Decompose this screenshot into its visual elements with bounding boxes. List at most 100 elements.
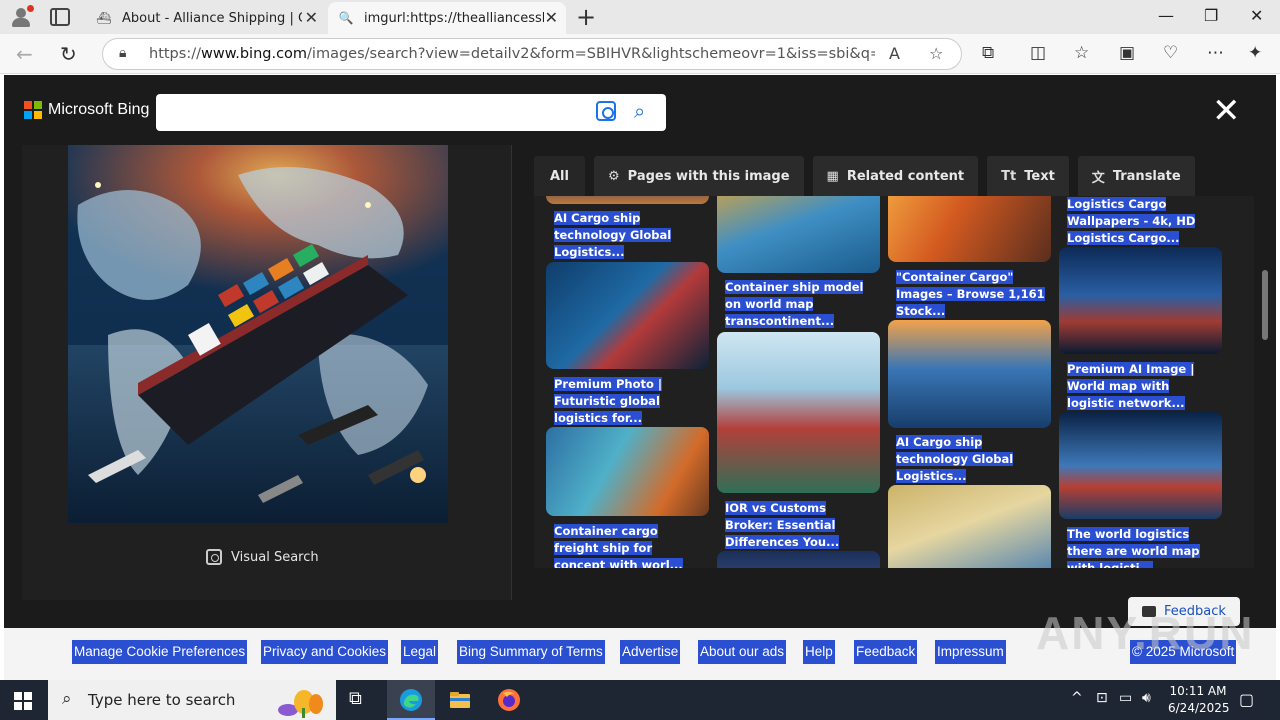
visual-search-icon — [206, 549, 222, 565]
notifications-icon[interactable]: ▢ — [1239, 690, 1254, 709]
footer-link-feedback[interactable]: Feedback — [854, 640, 918, 664]
visual-search-button[interactable]: Visual Search — [206, 549, 319, 565]
search-favicon-icon: 🔍 — [338, 11, 354, 25]
result-caption[interactable]: AI Cargo ship technology Global Logistic… — [554, 210, 704, 261]
bing-detail-overlay: Microsoft Bing ⌕ ✕ Visual Search All ⚙ P… — [4, 75, 1276, 680]
close-overlay-icon[interactable]: ✕ — [1212, 91, 1241, 131]
restore-icon[interactable]: ❐ — [1204, 6, 1218, 25]
firefox-icon[interactable] — [497, 688, 521, 712]
search-icon: ⌕ — [62, 689, 72, 709]
bing-search-box[interactable]: ⌕ — [156, 94, 666, 131]
microsoft-logo-icon — [24, 101, 42, 119]
result-caption[interactable]: "Container Cargo" Images – Browse 1,161 … — [896, 269, 1046, 320]
reload-icon[interactable]: ↻ — [60, 42, 77, 66]
windows-start-icon[interactable] — [14, 692, 32, 710]
footer-link-advertise[interactable]: Advertise — [620, 640, 681, 664]
footer-link-summary-of-terms[interactable]: Bing Summary of Terms — [457, 640, 605, 664]
close-tab-icon[interactable]: ✕ — [305, 8, 318, 27]
browser-tab-strip: ⛴ About - Alliance Shipping | Cargo ✕ 🔍 … — [0, 0, 1280, 34]
extensions-icon[interactable]: ⧉ — [982, 43, 994, 63]
browser-essentials-icon[interactable]: ♡ — [1163, 43, 1178, 63]
tab-related-content[interactable]: ▦ Related content — [812, 156, 979, 196]
url-text[interactable]: https://www.bing.com/images/search?view=… — [149, 46, 875, 62]
browser-tab-bing[interactable]: 🔍 imgurl:https://thealliancesshipping ✕ — [328, 2, 566, 34]
result-caption[interactable]: Container cargo freight ship for concept… — [554, 523, 704, 568]
split-screen-icon[interactable]: ◫ — [1030, 43, 1046, 63]
anyrun-watermark: ANY.RUN — [1036, 607, 1255, 659]
result-thumbnail[interactable] — [888, 320, 1051, 428]
file-explorer-icon[interactable] — [448, 688, 472, 712]
footer-link-about-ads[interactable]: About our ads — [698, 640, 787, 664]
read-aloud-icon[interactable]: A — [889, 44, 900, 63]
minimize-icon[interactable]: — — [1158, 6, 1174, 25]
visual-search-label: Visual Search — [231, 549, 319, 565]
result-caption[interactable]: Logistics Cargo Wallpapers - 4k, HD Logi… — [1067, 196, 1217, 247]
close-tab-icon[interactable]: ✕ — [545, 8, 558, 27]
result-caption[interactable]: AI Cargo ship technology Global Logistic… — [896, 434, 1046, 485]
result-caption[interactable]: Premium Photo | Futuristic global logist… — [554, 376, 704, 427]
network-icon[interactable]: ▭ — [1119, 690, 1132, 706]
taskbar-search-box[interactable]: ⌕ Type here to search — [48, 680, 336, 720]
edge-browser-icon[interactable] — [399, 688, 423, 712]
taskbar-search-placeholder: Type here to search — [88, 691, 236, 709]
favorites-icon[interactable]: ☆ — [1074, 43, 1089, 63]
window-close-icon[interactable]: ✕ — [1250, 6, 1263, 25]
result-thumbnail[interactable] — [1059, 247, 1222, 354]
tab-pages-with-image[interactable]: ⚙ Pages with this image — [593, 156, 804, 196]
tab-title: About - Alliance Shipping | Cargo — [122, 10, 302, 26]
result-thumbnail[interactable] — [888, 196, 1051, 262]
site-info-icon[interactable]: 🔒︎ — [119, 45, 126, 61]
show-hidden-icons-icon[interactable]: ^ — [1071, 690, 1083, 706]
result-thumbnail[interactable] — [546, 196, 709, 204]
main-image[interactable] — [68, 145, 448, 523]
volume-icon[interactable]: 🔊︎ — [1142, 690, 1151, 706]
translate-icon: 文 — [1091, 170, 1105, 186]
collections-icon[interactable]: ▣ — [1119, 43, 1135, 63]
result-caption[interactable]: Container ship model on world map transc… — [725, 279, 875, 330]
more-options-icon[interactable]: ⋯ — [1207, 43, 1224, 63]
results-grid: AI Cargo ship technology Global Logistic… — [534, 196, 1254, 568]
result-thumbnail[interactable] — [888, 485, 1051, 568]
results-scrollbar[interactable] — [1262, 270, 1268, 340]
new-tab-icon[interactable]: + — [576, 3, 596, 31]
pages-icon: ⚙ — [607, 168, 620, 184]
taskbar-clock[interactable]: 10:11 AM 6/24/2025 — [1168, 683, 1230, 717]
result-thumbnail[interactable] — [546, 262, 709, 369]
network-device-icon[interactable]: ⊡ — [1096, 690, 1108, 706]
task-view-icon[interactable]: ⧉ — [349, 688, 373, 712]
result-thumbnail[interactable] — [717, 196, 880, 273]
bing-logo[interactable]: Microsoft Bing — [24, 101, 149, 119]
copilot-icon[interactable]: ✦ — [1248, 43, 1262, 63]
main-image-panel: Visual Search — [22, 145, 512, 600]
footer-link-legal[interactable]: Legal — [401, 640, 439, 664]
result-tabs: All ⚙ Pages with this image ▦ Related cont… — [534, 156, 1204, 196]
footer-link-cookie-preferences[interactable]: Manage Cookie Preferences — [72, 640, 248, 664]
tab-actions-icon[interactable] — [50, 8, 70, 26]
tab-all[interactable]: All — [534, 156, 585, 196]
text-icon: Tt — [1001, 168, 1017, 184]
back-icon[interactable]: ← — [16, 42, 33, 66]
result-thumbnail[interactable] — [1059, 412, 1222, 519]
tab-translate[interactable]: 文 Translate — [1077, 156, 1195, 196]
address-bar-row: ← ↻ 🔒︎ https://www.bing.com/images/searc… — [0, 34, 1280, 74]
footer-link-impressum[interactable]: Impressum — [935, 640, 1006, 664]
bing-search-input[interactable] — [166, 100, 566, 124]
bing-brand-label: Microsoft Bing — [48, 101, 150, 118]
result-thumbnail[interactable] — [717, 332, 880, 493]
result-thumbnail[interactable] — [717, 551, 880, 568]
url-field[interactable]: 🔒︎ https://www.bing.com/images/search?vi… — [102, 38, 962, 70]
footer-link-privacy[interactable]: Privacy and Cookies — [261, 640, 389, 664]
tab-title: imgurl:https://thealliancesshipping — [364, 10, 544, 26]
footer-link-help[interactable]: Help — [803, 640, 835, 664]
profile-icon[interactable] — [8, 5, 34, 29]
result-caption[interactable]: The world logistics there are world map … — [1067, 526, 1217, 568]
grid-icon: ▦ — [826, 168, 839, 184]
browser-tab-about[interactable]: ⛴ About - Alliance Shipping | Cargo ✕ — [86, 2, 326, 34]
result-caption[interactable]: Premium AI Image | World map with logist… — [1067, 361, 1217, 412]
favorite-star-icon[interactable]: ☆ — [929, 44, 943, 63]
result-thumbnail[interactable] — [546, 427, 709, 516]
visual-search-camera-icon[interactable] — [596, 101, 616, 121]
search-icon[interactable]: ⌕ — [634, 99, 645, 123]
result-caption[interactable]: IOR vs Customs Broker: Essential Differe… — [725, 500, 875, 551]
tab-text[interactable]: Tt Text — [987, 156, 1069, 196]
